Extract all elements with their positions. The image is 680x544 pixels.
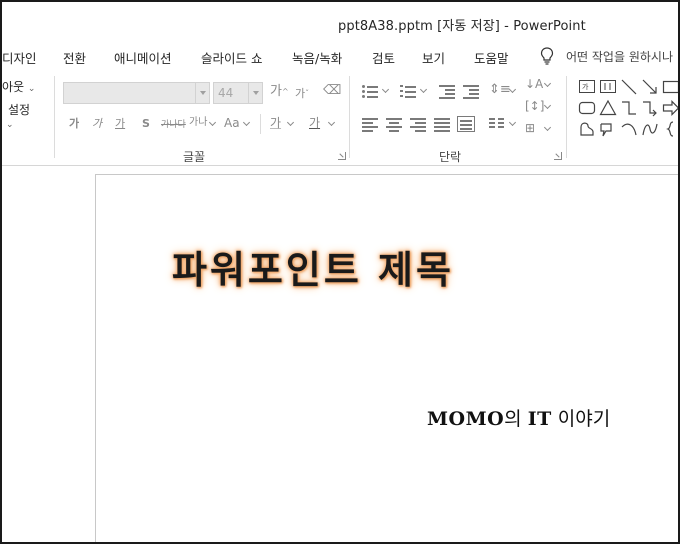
tab-animations[interactable]: 애니메이션 [114,48,172,67]
slide-workspace: 파워포인트 제목 MOMO의 IT 이야기 [2,167,678,542]
chevron-down-icon [543,79,552,88]
tab-view[interactable]: 보기 [422,48,445,67]
justify-icon[interactable] [434,117,450,132]
group-separator [349,76,350,158]
slide-title[interactable]: 파워포인트 제목 [172,239,454,294]
bold-button[interactable]: 가 [69,117,79,131]
chevron-down-icon [419,85,428,94]
chevron-down-icon [508,118,517,127]
text-direction-icon[interactable]: ↓A [525,77,543,91]
freeform-icon[interactable] [578,120,596,138]
clear-formatting-icon[interactable]: ⌫ [323,84,341,98]
subtitle-part-logo: MOMO [427,408,505,430]
callout-icon[interactable] [599,120,617,138]
group-separator [566,76,567,158]
tell-me-placeholder: 어떤 작업을 원하시나 [566,50,673,64]
font-name-dropdown[interactable] [63,82,210,104]
layout-label: 아웃 [2,80,25,94]
underline-button[interactable]: 가 [115,117,125,131]
font-color-button[interactable]: 가 [309,116,320,130]
shrink-font-button[interactable]: 가ˇ [295,87,309,101]
slide-canvas[interactable]: 파워포인트 제목 MOMO의 IT 이야기 [95,174,678,542]
smartart-convert-icon[interactable]: ⊞ [525,121,535,135]
font-group-label: 글꼴 [183,150,206,164]
subtitle-part: 이야기 [551,408,611,430]
reset-button[interactable]: 설정 [8,101,30,118]
chevron-down-icon [286,118,295,127]
rectangle-icon[interactable] [662,78,678,96]
title-bar: ppt8A38.pptm [자동 저장] - PowerPoint [2,2,678,42]
chevron-down-icon: ⌄ [27,84,36,94]
text-shadow-button[interactable]: S [142,117,150,131]
shrink-font-label: 가 [295,87,306,100]
rounded-rectangle-icon[interactable] [578,99,596,117]
tab-help[interactable]: 도움말 [474,48,509,67]
grow-font-label: 가 [270,84,282,99]
font-dialog-launcher-icon[interactable] [338,152,346,160]
bullets-icon[interactable] [362,84,378,98]
svg-text:가: 가 [582,82,589,91]
vertical-text-box-icon[interactable] [599,78,617,96]
slide-subtitle[interactable]: MOMO의 IT 이야기 [427,404,610,431]
text-box-icon[interactable]: 가 [578,78,596,96]
line-icon[interactable] [620,78,638,96]
highlight-color-button[interactable]: 가 [270,116,281,130]
arrow-up-icon: ^ [281,87,289,96]
chevron-down-icon [195,83,209,103]
character-spacing-label: 가나 [189,117,208,128]
window-title: ppt8A38.pptm [자동 저장] - PowerPoint [338,19,586,34]
tab-design[interactable]: 디자인 [2,48,37,67]
elbow-arrow-connector-icon[interactable] [641,99,659,117]
change-case-button[interactable]: Aa [224,116,240,130]
group-separator [54,76,55,158]
section-dropdown-chevron-icon[interactable]: ⌄ [6,120,14,130]
tab-transitions[interactable]: 전환 [63,48,86,67]
decrease-indent-icon[interactable] [439,84,455,99]
subtitle-part-logo: IT [527,408,552,430]
brace-icon[interactable] [662,120,678,138]
curve-icon[interactable] [641,120,659,138]
strikethrough-button[interactable]: 가나다 [161,118,186,132]
divider [260,114,261,134]
layout-button[interactable]: 아웃 ⌄ [2,78,35,95]
italic-button[interactable]: 가 [92,117,102,131]
chevron-down-icon [381,85,390,94]
chevron-down-icon [543,101,552,110]
distributed-icon[interactable] [457,116,475,132]
tab-review[interactable]: 검토 [372,48,395,67]
chevron-down-icon [543,123,552,132]
lightbulb-icon [540,47,554,65]
align-center-icon[interactable] [386,117,402,132]
align-right-icon[interactable] [410,117,426,132]
chevron-down-icon [208,118,217,127]
columns-icon[interactable] [489,117,505,131]
powerpoint-window: ppt8A38.pptm [자동 저장] - PowerPoint 디자인 전환… [0,0,680,544]
chevron-down-icon [242,118,251,127]
font-size-value: 44 [218,86,234,100]
paragraph-group-label: 단락 [439,150,462,164]
grow-font-button[interactable]: 가^ [270,85,289,99]
align-text-icon[interactable]: [↕] [525,99,544,113]
paragraph-dialog-launcher-icon[interactable] [554,152,562,160]
align-left-icon[interactable] [362,117,378,132]
font-size-dropdown[interactable]: 44 [213,82,263,104]
arrow-line-icon[interactable] [641,78,659,96]
right-arrow-icon[interactable] [662,99,678,117]
shapes-gallery: 가 [572,76,678,142]
arrow-down-icon: ˇ [305,89,310,98]
triangle-icon[interactable] [599,99,617,117]
ribbon: 아웃 ⌄ 설정 ⌄ 44 가^ 가ˇ ⌫ 가 가 가 S 가나다 가나 Aa 가… [2,70,678,166]
subtitle-part: 의 [504,408,528,430]
elbow-connector-icon[interactable] [620,99,638,117]
numbering-icon[interactable] [400,84,416,98]
chevron-down-icon [248,83,262,103]
line-spacing-icon[interactable]: ⇕≡ [489,83,511,97]
tab-slide-show[interactable]: 슬라이드 쇼 [201,48,262,67]
character-spacing-button[interactable]: 가나 [189,116,207,130]
tab-record[interactable]: 녹음/녹화 [292,48,342,67]
increase-indent-icon[interactable] [463,84,479,99]
chevron-down-icon [327,118,336,127]
arc-icon[interactable] [620,120,638,138]
